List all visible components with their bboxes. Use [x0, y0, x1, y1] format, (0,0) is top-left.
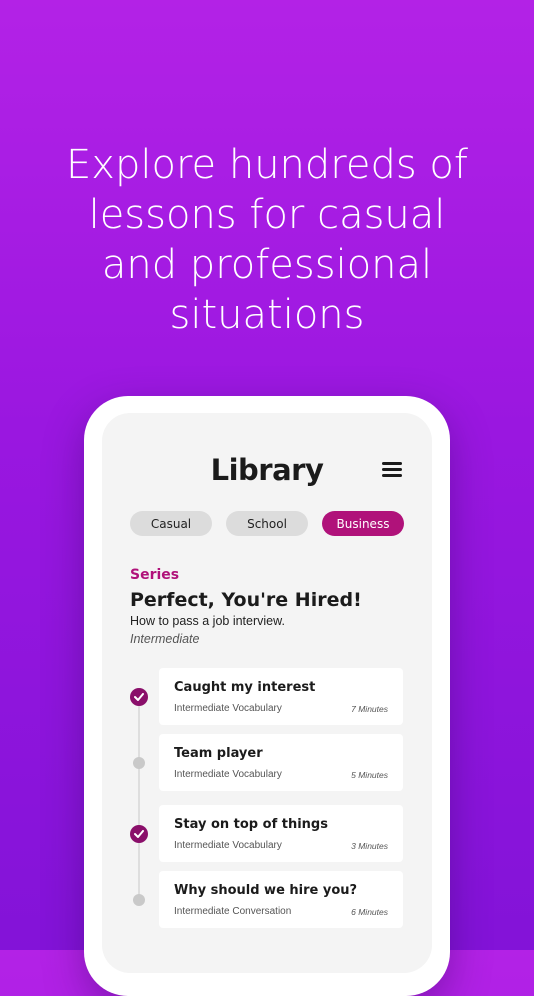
hamburger-menu-icon[interactable] [382, 462, 402, 478]
lesson-name: Caught my interest [174, 680, 316, 695]
lesson-card[interactable]: Caught my interest Intermediate Vocabula… [159, 668, 403, 725]
lesson-duration: 7 Minutes [351, 704, 388, 714]
lesson-name: Why should we hire you? [174, 883, 358, 898]
lesson-card[interactable]: Why should we hire you? Intermediate Con… [159, 871, 403, 928]
tab-business[interactable]: Business [322, 511, 404, 536]
lesson-duration: 3 Minutes [351, 841, 388, 851]
series-title: Perfect, You're Hired! [130, 589, 362, 611]
phone-frame: Library Casual School Business Series Pe… [84, 396, 450, 996]
tab-casual[interactable]: Casual [130, 511, 212, 536]
library-screen: Library Casual School Business Series Pe… [102, 413, 432, 973]
lesson-card[interactable]: Stay on top of things Intermediate Vocab… [159, 805, 403, 862]
completed-check-icon [130, 688, 148, 706]
tab-school[interactable]: School [226, 511, 308, 536]
lesson-duration: 5 Minutes [351, 770, 388, 780]
pending-dot-icon [133, 894, 145, 906]
lesson-name: Stay on top of things [174, 817, 328, 832]
lesson-card[interactable]: Team player Intermediate Vocabulary 5 Mi… [159, 734, 403, 791]
headline: Explore hundreds of lessons for casual a… [66, 142, 468, 338]
lesson-category: Intermediate Conversation [174, 906, 292, 917]
lesson-category: Intermediate Vocabulary [174, 769, 282, 780]
pending-dot-icon [133, 757, 145, 769]
lesson-category: Intermediate Vocabulary [174, 703, 282, 714]
lesson-category: Intermediate Vocabulary [174, 840, 282, 851]
series-label: Series [130, 567, 180, 583]
completed-check-icon [130, 825, 148, 843]
lesson-name: Team player [174, 746, 263, 761]
series-description: How to pass a job interview. [130, 614, 285, 628]
timeline-line [138, 703, 140, 903]
lesson-duration: 6 Minutes [351, 907, 388, 917]
series-level: Intermediate [130, 632, 200, 646]
